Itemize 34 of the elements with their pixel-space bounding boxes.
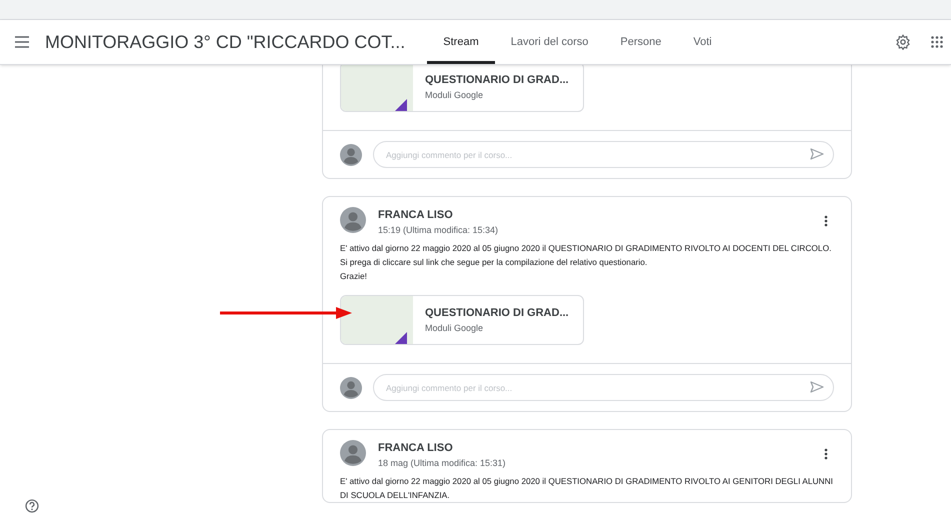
attachment-type: Moduli Google xyxy=(425,322,484,335)
settings-icon[interactable] xyxy=(895,34,911,50)
send-icon[interactable] xyxy=(810,148,824,160)
attachment-card[interactable]: QUESTIONARIO DI GRAD... Moduli Google xyxy=(340,295,584,345)
avatar-icon xyxy=(340,376,362,398)
comment-field[interactable]: Aggiungi commento per il corso... xyxy=(373,141,834,168)
more-options-icon[interactable] xyxy=(824,448,828,460)
tab[interactable]: Lavori del corso xyxy=(494,20,604,64)
apps-grid-icon[interactable] xyxy=(931,36,943,48)
tab[interactable]: Voti xyxy=(677,20,728,64)
send-icon[interactable] xyxy=(810,381,824,393)
form-thumbnail xyxy=(341,65,413,111)
attachment-title: QUESTIONARIO DI GRAD... xyxy=(425,306,569,321)
attachment-card[interactable]: QUESTIONARIO DI GRAD... Moduli Google xyxy=(340,65,584,112)
avatar-icon xyxy=(340,207,366,233)
post-text: Si prega di cliccare sul link che segue per la compilazione del relativo questionario. xyxy=(340,256,648,269)
more-options-icon[interactable] xyxy=(824,215,828,227)
tab[interactable]: Persone xyxy=(604,20,678,64)
comment-field[interactable]: Aggiungi commento per il corso... xyxy=(373,374,834,401)
course-title: MONITORAGGIO 3° CD "RICCARDO COT... xyxy=(45,30,406,54)
post-time: 15:19 (Ultima modifica: 15:34) xyxy=(378,224,498,237)
menu-icon[interactable] xyxy=(15,36,29,48)
attachment-type: Moduli Google xyxy=(425,88,484,102)
post-text: Grazie! xyxy=(340,270,368,283)
post-time: 18 mag (Ultima modifica: 15:31) xyxy=(378,456,506,470)
form-thumbnail xyxy=(341,296,413,344)
post-text: E' attivo dal giorno 22 maggio 2020 al 05 giugno 2020 il QUESTIONARIO DI GRADIMENTO RIVOLTO AI DOCENTI DEL CIRCOLO. xyxy=(340,242,832,255)
attachment-title: QUESTIONARIO DI GRAD... xyxy=(425,73,569,88)
avatar-icon xyxy=(340,440,366,466)
author-name: FRANCA LISO xyxy=(378,441,454,456)
post-text: E' attivo dal giorno 22 maggio 2020 al 05 giugno 2020 il QUESTIONARIO DI GRADIMENTO RIVOLTO AI GENITORI DEGLI ALUNNI DI SCUOLA DELL'INFANZIA. xyxy=(340,475,834,502)
question-help-icon[interactable] xyxy=(25,499,39,513)
author-name: FRANCA LISO xyxy=(378,208,454,223)
avatar-icon xyxy=(340,144,362,166)
